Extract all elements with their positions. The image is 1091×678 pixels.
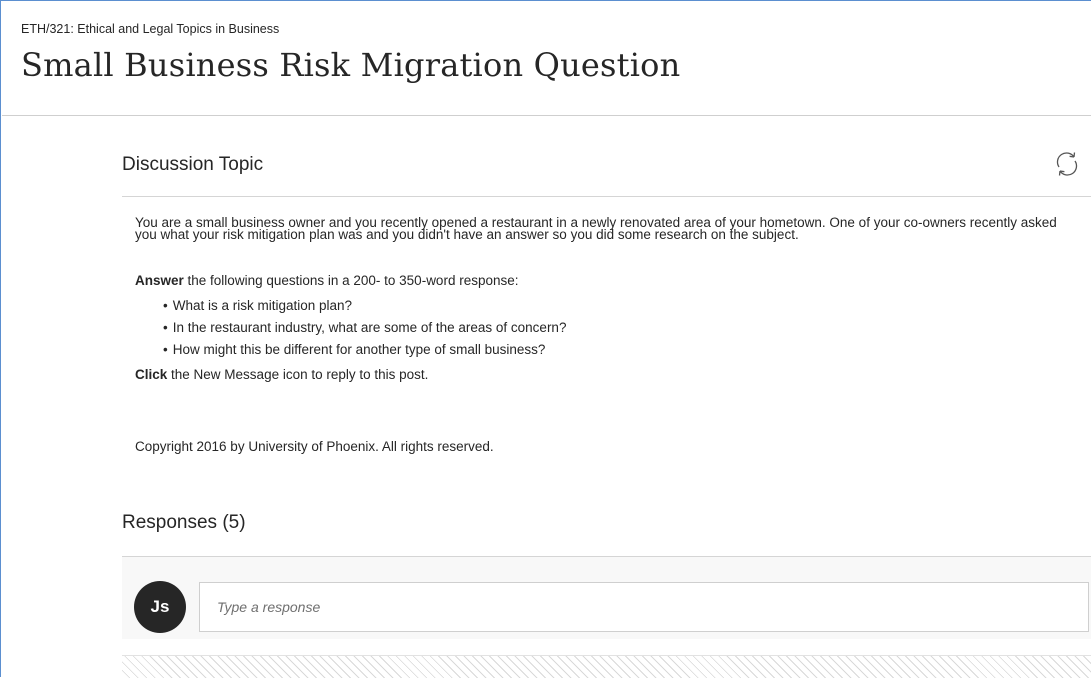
page-header: ETH/321: Ethical and Legal Topics in Bus…: [2, 2, 1091, 116]
loading-placeholder: [122, 655, 1091, 678]
page-title: Small Business Risk Migration Question: [21, 46, 681, 84]
click-instruction: Click the New Message icon to reply to t…: [135, 367, 428, 382]
answer-rest: the following questions in a 200- to 350…: [183, 273, 519, 288]
discussion-topic-heading: Discussion Topic: [122, 154, 264, 175]
course-name: ETH/321: Ethical and Legal Topics in Bus…: [21, 22, 280, 36]
list-item: In the restaurant industry, what are som…: [163, 319, 567, 341]
answer-bold: Answer: [135, 273, 184, 288]
responses-heading: Responses (5): [122, 512, 246, 533]
page-frame: ETH/321: Ethical and Legal Topics in Bus…: [0, 0, 1091, 678]
divider: [122, 196, 1091, 197]
topic-paragraph: You are a small business owner and you r…: [135, 215, 1075, 242]
list-item: How might this be different for another …: [163, 341, 566, 363]
question-list: What is a risk mitigation plan? In the r…: [163, 297, 567, 363]
topic-paragraph-text: You are a small business owner and you r…: [135, 215, 1057, 242]
refresh-icon[interactable]: [1053, 150, 1081, 178]
avatar: Js: [134, 581, 186, 633]
click-bold: Click: [135, 367, 168, 382]
answer-instruction: Answer the following questions in a 200-…: [135, 273, 519, 288]
list-item: What is a risk mitigation plan?: [163, 297, 566, 319]
response-composer: Js: [122, 557, 1091, 639]
click-rest: the New Message icon to reply to this po…: [167, 367, 429, 382]
copyright-text: Copyright 2016 by University of Phoenix.…: [135, 439, 494, 454]
discussion-main: Discussion Topic You are a small busines…: [122, 116, 1091, 678]
response-input[interactable]: [199, 582, 1089, 632]
